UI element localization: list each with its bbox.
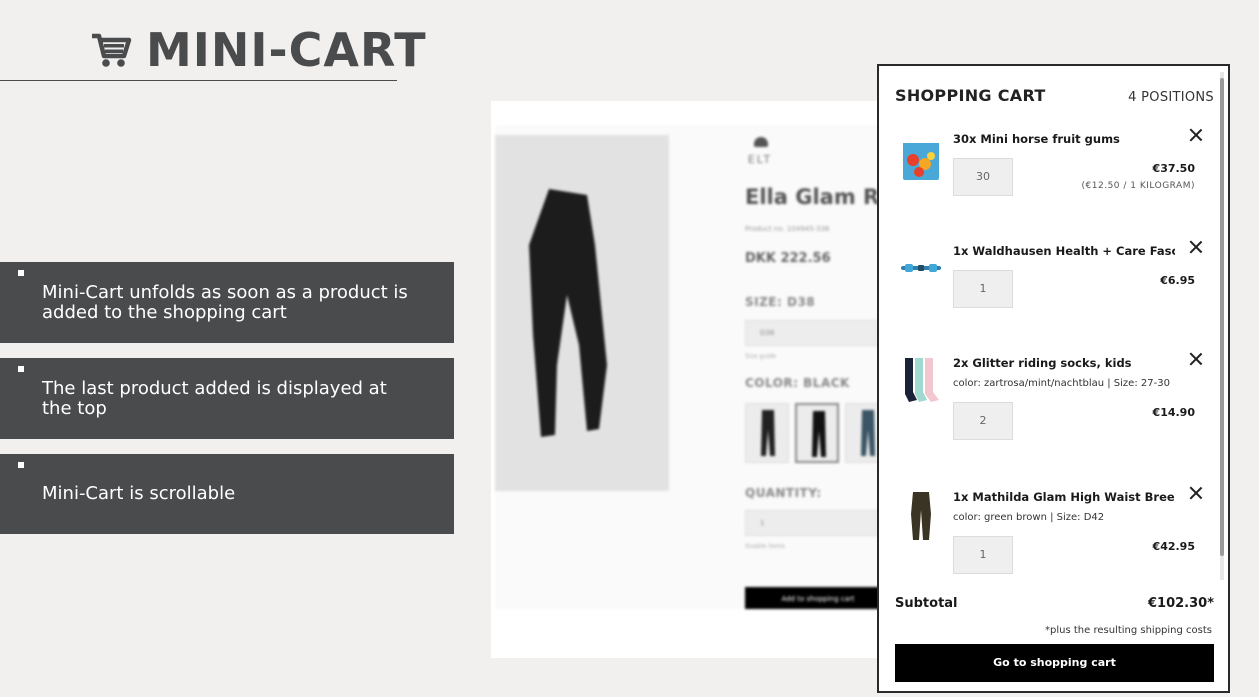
color-swatch-selected[interactable] bbox=[795, 403, 839, 463]
size-label: SIZE: D38 bbox=[745, 295, 816, 309]
quantity-select[interactable]: 1 bbox=[745, 510, 891, 536]
subtotal-label: Subtotal bbox=[895, 596, 958, 611]
fruit-gums-icon bbox=[901, 132, 941, 184]
slide-title: MINI-CART bbox=[90, 22, 427, 78]
item-variant: color: zartrosa/mint/nachtblau | Size: 2… bbox=[953, 378, 1170, 389]
breeches-icon bbox=[901, 490, 941, 542]
shipping-note: *plus the resulting shipping costs bbox=[1045, 625, 1212, 636]
remove-item-close-icon[interactable] bbox=[1187, 238, 1205, 256]
item-variant: color: green brown | Size: D42 bbox=[953, 512, 1105, 523]
item-name[interactable]: 1x Waldhausen Health + Care Fascia Fi bbox=[953, 244, 1175, 258]
scrollbar-thumb[interactable] bbox=[1220, 78, 1224, 556]
item-name[interactable]: 30x Mini horse fruit gums bbox=[953, 132, 1175, 146]
fascia-roller-icon bbox=[901, 244, 941, 296]
bullet-text: The last product added is displayed at t… bbox=[42, 377, 387, 419]
slide-heading: MINI-CART bbox=[146, 23, 427, 77]
color-label: COLOR: BLACK bbox=[745, 376, 850, 390]
size-guide-link[interactable]: Size guide bbox=[745, 353, 776, 360]
remove-item-close-icon[interactable] bbox=[1187, 350, 1205, 368]
cart-item: 30x Mini horse fruit gums 30 €37.50 (€12… bbox=[895, 132, 1195, 222]
quantity-field[interactable]: 30 bbox=[953, 158, 1013, 196]
quantity-field[interactable]: 1 bbox=[953, 270, 1013, 308]
item-price: €37.50 bbox=[1152, 162, 1195, 175]
brand-logo: ELT bbox=[745, 135, 775, 166]
bullet-text: Mini-Cart is scrollable bbox=[42, 483, 236, 504]
product-title: Ella Glam Ri bbox=[745, 185, 887, 209]
product-page-content: ELT Ella Glam Ri Product no. 104945-336 … bbox=[495, 125, 891, 609]
cart-item: 1x Mathilda Glam High Waist Breeches col… bbox=[895, 490, 1195, 580]
title-underline bbox=[0, 80, 397, 81]
item-price: €6.95 bbox=[1160, 274, 1195, 287]
mini-cart-title: SHOPPING CART bbox=[895, 86, 1046, 105]
color-swatch[interactable] bbox=[745, 403, 789, 463]
mini-cart-header: SHOPPING CART 4 POSITIONS bbox=[895, 86, 1214, 105]
quantity-field[interactable]: 1 bbox=[953, 536, 1013, 574]
bullet-box-2: The last product added is displayed at t… bbox=[0, 358, 454, 439]
quantity-label: QUANTITY: bbox=[745, 486, 822, 500]
product-number: Product no. 104945-336 bbox=[745, 225, 830, 233]
size-select[interactable]: D38 bbox=[745, 320, 891, 346]
item-name[interactable]: 2x Glitter riding socks, kids bbox=[953, 356, 1175, 370]
product-image bbox=[495, 135, 669, 491]
go-to-cart-button[interactable]: Go to shopping cart bbox=[895, 644, 1214, 682]
bullet-marker bbox=[18, 366, 24, 372]
remove-item-close-icon[interactable] bbox=[1187, 126, 1205, 144]
bullet-text: Mini-Cart unfolds as soon as a product i… bbox=[42, 281, 408, 323]
product-price: DKK 222.56 bbox=[745, 251, 831, 266]
product-page-screenshot: ELT Ella Glam Ri Product no. 104945-336 … bbox=[491, 101, 891, 658]
mini-cart-panel: SHOPPING CART 4 POSITIONS 30x Mini horse… bbox=[877, 64, 1230, 693]
quantity-field[interactable]: 2 bbox=[953, 402, 1013, 440]
item-price: €42.95 bbox=[1152, 540, 1195, 553]
bullet-box-1: Mini-Cart unfolds as soon as a product i… bbox=[0, 262, 454, 343]
socks-icon bbox=[901, 356, 941, 408]
add-to-cart-button[interactable]: Add to shopping cart bbox=[745, 587, 891, 609]
item-price: €14.90 bbox=[1152, 406, 1195, 419]
unit-price: (€12.50 / 1 KILOGRAM) bbox=[1081, 181, 1195, 191]
subtotal-row: Subtotal €102.30* bbox=[895, 596, 1214, 611]
bullet-box-3: Mini-Cart is scrollable bbox=[0, 454, 454, 534]
item-name[interactable]: 1x Mathilda Glam High Waist Breeches bbox=[953, 490, 1175, 504]
remove-item-close-icon[interactable] bbox=[1187, 484, 1205, 502]
cart-item: 1x Waldhausen Health + Care Fascia Fi 1 … bbox=[895, 244, 1195, 334]
positions-count: 4 POSITIONS bbox=[1128, 90, 1214, 105]
cart-item: 2x Glitter riding socks, kids color: zar… bbox=[895, 356, 1195, 446]
subtotal-value: €102.30* bbox=[1147, 596, 1214, 611]
bullet-marker bbox=[18, 270, 24, 276]
bullet-marker bbox=[18, 462, 24, 468]
quantity-note: Sizable items bbox=[745, 543, 786, 550]
shopping-cart-icon bbox=[90, 30, 132, 70]
